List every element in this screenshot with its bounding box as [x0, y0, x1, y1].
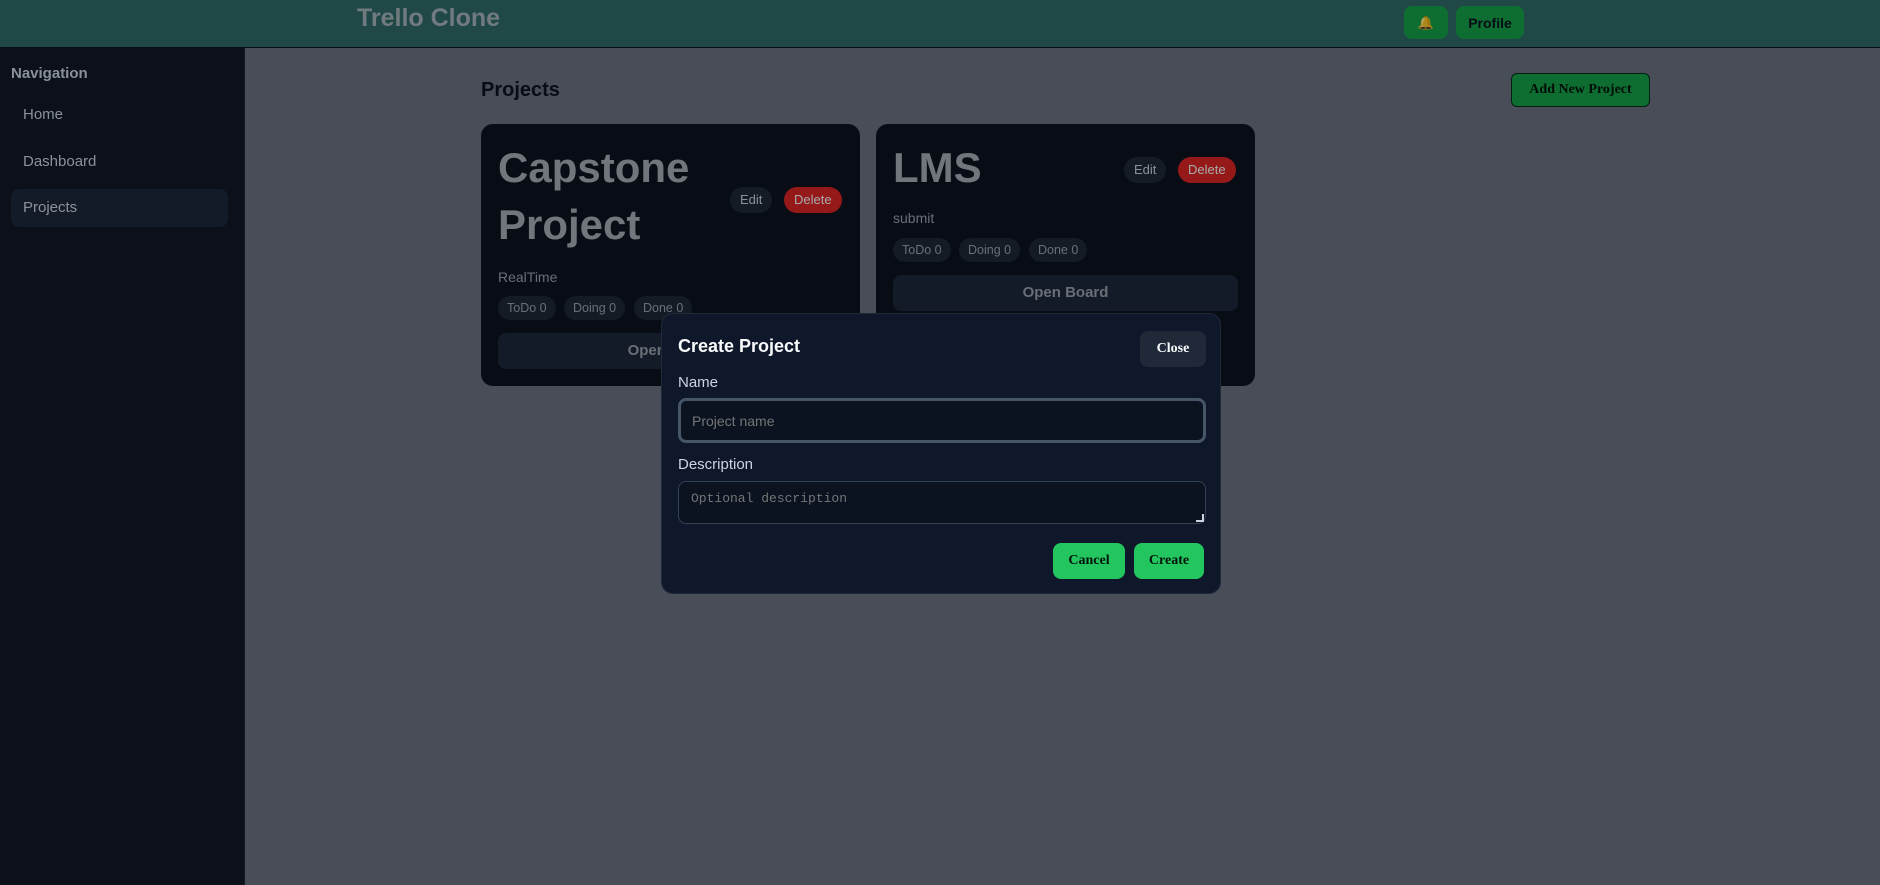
create-button[interactable]: Create — [1134, 543, 1204, 579]
project-description-input[interactable] — [678, 481, 1206, 524]
create-project-dialog: Create Project Close Name Description Ca… — [661, 313, 1221, 594]
dialog-title: Create Project — [678, 336, 801, 356]
cancel-button[interactable]: Cancel — [1053, 543, 1125, 579]
project-name-input[interactable] — [678, 398, 1206, 443]
name-label: Name — [678, 374, 719, 391]
resize-handle-icon[interactable] — [1196, 514, 1204, 522]
description-label: Description — [678, 456, 754, 473]
close-button[interactable]: Close — [1140, 331, 1206, 367]
